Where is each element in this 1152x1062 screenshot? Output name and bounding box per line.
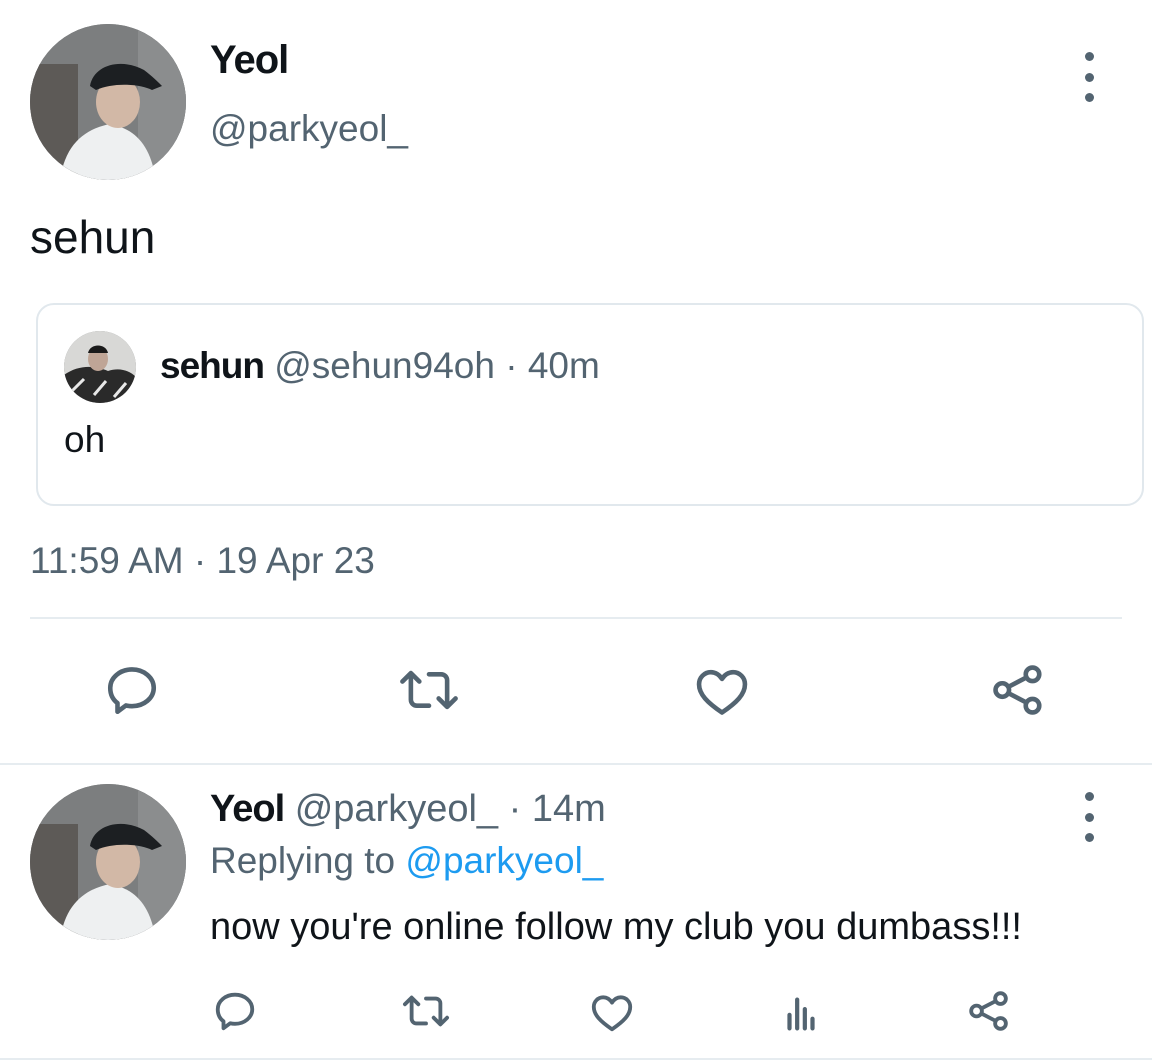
quoted-time: · 40m <box>505 345 600 386</box>
tweet-timestamp[interactable]: 11:59 AM · 19 Apr 23 <box>30 540 375 582</box>
divider <box>0 1058 1152 1060</box>
reply-author-handle[interactable]: @parkyeol_ <box>295 788 498 830</box>
more-options-icon[interactable] <box>1079 52 1099 102</box>
replying-to: Replying to @parkyeol_ <box>210 840 603 882</box>
quoted-avatar <box>64 331 136 403</box>
reply-author-name[interactable]: Yeol <box>210 788 285 830</box>
reply-header: Yeol @parkyeol_ · 14m <box>210 788 606 831</box>
quoted-tweet-card[interactable]: sehun @sehun94oh · 40m oh <box>36 303 1144 506</box>
analytics-icon[interactable] <box>776 988 826 1038</box>
reply-like-icon[interactable] <box>586 988 638 1038</box>
reply-time: · 14m <box>508 788 606 830</box>
author-handle[interactable]: @parkyeol_ <box>210 108 408 150</box>
reply-author-avatar[interactable] <box>30 784 186 940</box>
author-name[interactable]: Yeol <box>210 38 289 83</box>
like-icon[interactable] <box>690 660 754 724</box>
reply-reply-icon[interactable] <box>210 986 260 1036</box>
reply-share-icon[interactable] <box>964 986 1014 1036</box>
quoted-author-name[interactable]: sehun <box>160 345 265 386</box>
share-icon[interactable] <box>986 658 1050 722</box>
reply-more-options-icon[interactable] <box>1079 792 1099 842</box>
retweet-icon[interactable] <box>394 658 464 722</box>
reply-icon[interactable] <box>100 658 164 722</box>
quoted-header: sehun @sehun94oh · 40m <box>160 345 600 387</box>
author-avatar[interactable] <box>30 24 186 180</box>
reply-retweet-icon[interactable] <box>398 986 454 1036</box>
replying-to-handle[interactable]: @parkyeol_ <box>405 840 603 881</box>
tweet-text: sehun <box>30 211 156 263</box>
quoted-author-handle[interactable]: @sehun94oh <box>274 345 495 386</box>
replying-to-label: Replying to <box>210 840 396 881</box>
quoted-text: oh <box>64 419 106 460</box>
divider <box>0 763 1152 765</box>
reply-text: now you're online follow my club you dum… <box>210 906 1022 948</box>
divider <box>30 617 1122 619</box>
